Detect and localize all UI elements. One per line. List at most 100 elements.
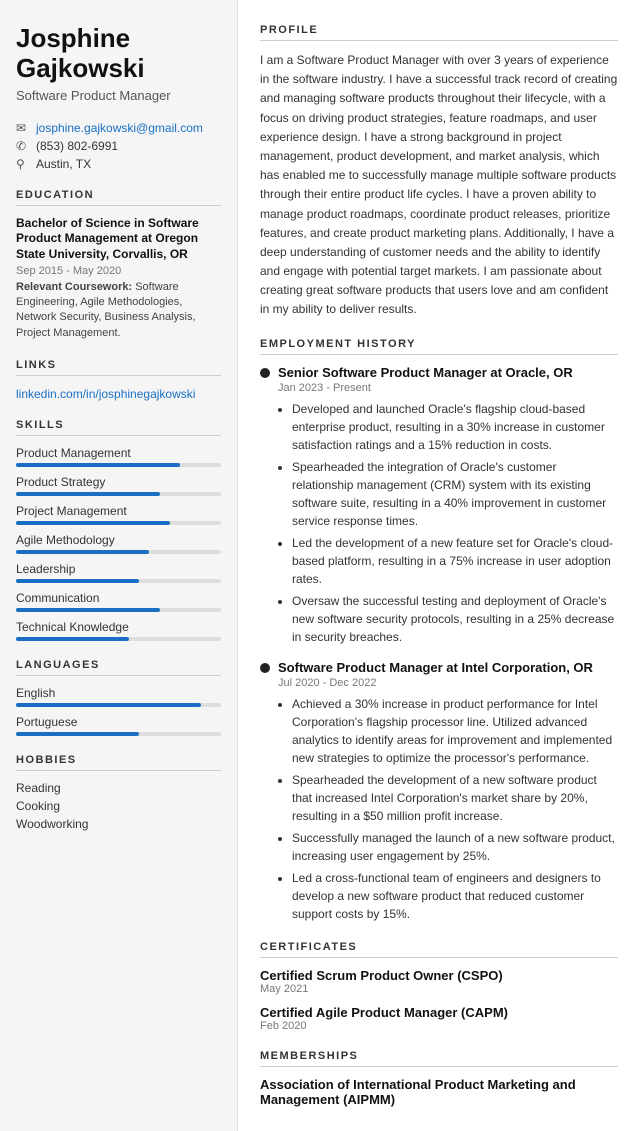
candidate-name: Josphine Gajkowski — [16, 24, 221, 84]
hobbies-section-title: HOBBIES — [16, 754, 221, 771]
certificate-block: Certified Scrum Product Owner (CSPO) May… — [260, 968, 618, 995]
skills-list: Product Management Product Strategy Proj… — [16, 446, 221, 641]
skill-label: Leadership — [16, 562, 221, 576]
candidate-title: Software Product Manager — [16, 88, 221, 103]
coursework-label: Relevant Coursework: — [16, 281, 132, 293]
skill-bar-bg — [16, 637, 221, 641]
email-icon: ✉ — [16, 121, 30, 135]
location-value: Austin, TX — [36, 157, 91, 171]
hobby-item: Reading — [16, 781, 221, 795]
profile-text: I am a Software Product Manager with ove… — [260, 51, 618, 320]
job-title-row: Software Product Manager at Intel Corpor… — [260, 660, 618, 675]
job-dot — [260, 368, 270, 378]
hobby-item: Cooking — [16, 799, 221, 813]
certificate-block: Certified Agile Product Manager (CAPM) F… — [260, 1005, 618, 1032]
language-label: Portuguese — [16, 715, 221, 729]
skill-item: Leadership — [16, 562, 221, 583]
cert-name: Certified Agile Product Manager (CAPM) — [260, 1005, 618, 1020]
language-bar-bg — [16, 703, 221, 707]
links-section-title: LINKS — [16, 359, 221, 376]
edu-degree: Bachelor of Science in Software Product … — [16, 216, 221, 263]
phone-value: (853) 802-6991 — [36, 139, 118, 153]
skill-label: Project Management — [16, 504, 221, 518]
skill-item: Technical Knowledge — [16, 620, 221, 641]
skill-item: Product Strategy — [16, 475, 221, 496]
certificates-section-title: CERTIFICATES — [260, 941, 618, 958]
cert-date: Feb 2020 — [260, 1020, 618, 1032]
job-bullet: Led a cross-functional team of engineers… — [292, 869, 618, 923]
edu-coursework: Relevant Coursework: Software Engineerin… — [16, 280, 221, 342]
skill-label: Agile Methodology — [16, 533, 221, 547]
skill-bar-fill — [16, 608, 160, 612]
skill-item: Communication — [16, 591, 221, 612]
skill-bar-fill — [16, 463, 180, 467]
cert-name: Certified Scrum Product Owner (CSPO) — [260, 968, 618, 983]
skill-label: Technical Knowledge — [16, 620, 221, 634]
job-title: Software Product Manager at Intel Corpor… — [278, 660, 593, 675]
skills-section-title: SKILLS — [16, 419, 221, 436]
language-label: English — [16, 686, 221, 700]
language-bar-fill — [16, 703, 201, 707]
location-icon: ⚲ — [16, 157, 30, 171]
job-title-row: Senior Software Product Manager at Oracl… — [260, 365, 618, 380]
job-bullet: Oversaw the successful testing and deplo… — [292, 592, 618, 646]
skill-bar-bg — [16, 463, 221, 467]
sidebar: Josphine Gajkowski Software Product Mana… — [0, 0, 238, 1131]
language-bar-fill — [16, 732, 139, 736]
skill-bar-fill — [16, 637, 129, 641]
job-bullet: Achieved a 30% increase in product perfo… — [292, 695, 618, 767]
languages-list: English Portuguese — [16, 686, 221, 736]
language-bar-bg — [16, 732, 221, 736]
profile-section-title: PROFILE — [260, 24, 618, 41]
certificates-list: Certified Scrum Product Owner (CSPO) May… — [260, 968, 618, 1032]
cert-date: May 2021 — [260, 983, 618, 995]
job-bullet: Spearheaded the integration of Oracle's … — [292, 458, 618, 530]
memberships-section-title: MEMBERSHIPS — [260, 1050, 618, 1067]
skill-bar-bg — [16, 579, 221, 583]
skill-bar-fill — [16, 521, 170, 525]
skill-bar-bg — [16, 550, 221, 554]
language-item: English — [16, 686, 221, 707]
job-block: Software Product Manager at Intel Corpor… — [260, 660, 618, 923]
job-bullets: Achieved a 30% increase in product perfo… — [278, 695, 618, 923]
hobby-item: Woodworking — [16, 817, 221, 831]
job-bullet: Successfully managed the launch of a new… — [292, 829, 618, 865]
job-bullet: Developed and launched Oracle's flagship… — [292, 400, 618, 454]
job-bullet: Spearheaded the development of a new sof… — [292, 771, 618, 825]
skill-label: Product Management — [16, 446, 221, 460]
skill-bar-fill — [16, 550, 149, 554]
language-item: Portuguese — [16, 715, 221, 736]
linkedin-link[interactable]: linkedin.com/in/josphinegajkowski — [16, 387, 195, 401]
languages-section-title: LANGUAGES — [16, 659, 221, 676]
jobs-list: Senior Software Product Manager at Oracl… — [260, 365, 618, 923]
membership-block: Association of International Product Mar… — [260, 1077, 618, 1107]
skill-item: Project Management — [16, 504, 221, 525]
skill-bar-fill — [16, 492, 160, 496]
skill-label: Product Strategy — [16, 475, 221, 489]
main-content: PROFILE I am a Software Product Manager … — [238, 0, 640, 1131]
skill-bar-bg — [16, 521, 221, 525]
skill-bar-fill — [16, 579, 139, 583]
job-block: Senior Software Product Manager at Oracl… — [260, 365, 618, 646]
email-link[interactable]: josphine.gajkowski@gmail.com — [36, 121, 203, 135]
edu-dates: Sep 2015 - May 2020 — [16, 265, 221, 277]
skill-bar-bg — [16, 492, 221, 496]
job-dates: Jul 2020 - Dec 2022 — [278, 677, 618, 689]
job-bullet: Led the development of a new feature set… — [292, 534, 618, 588]
employment-section-title: EMPLOYMENT HISTORY — [260, 338, 618, 355]
phone-item: ✆ (853) 802-6991 — [16, 139, 221, 153]
contact-block: ✉ josphine.gajkowski@gmail.com ✆ (853) 8… — [16, 121, 221, 171]
job-dot — [260, 663, 270, 673]
hobbies-list: Reading Cooking Woodworking — [16, 781, 221, 831]
job-dates: Jan 2023 - Present — [278, 382, 618, 394]
phone-icon: ✆ — [16, 139, 30, 153]
job-bullets: Developed and launched Oracle's flagship… — [278, 400, 618, 646]
memberships-list: Association of International Product Mar… — [260, 1077, 618, 1107]
membership-name: Association of International Product Mar… — [260, 1077, 618, 1107]
email-item: ✉ josphine.gajkowski@gmail.com — [16, 121, 221, 135]
skill-item: Agile Methodology — [16, 533, 221, 554]
resume-container: Josphine Gajkowski Software Product Mana… — [0, 0, 640, 1131]
skill-label: Communication — [16, 591, 221, 605]
skill-item: Product Management — [16, 446, 221, 467]
skill-bar-bg — [16, 608, 221, 612]
